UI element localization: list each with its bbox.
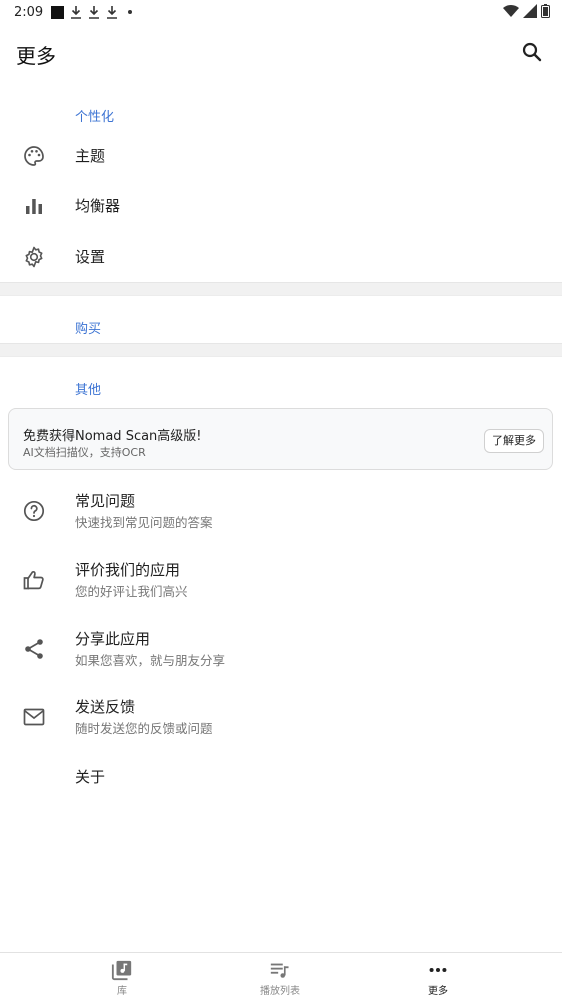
nav-tab-library[interactable]: 库 <box>72 959 172 999</box>
menu-item-subtitle: 随时发送您的反馈或问题 <box>75 721 213 736</box>
download-icon <box>71 6 82 19</box>
menu-item-subtitle: 快速找到常见问题的答案 <box>75 515 213 530</box>
menu-item-title: 常见问题 <box>75 492 136 510</box>
promo-subtitle: AI文档扫描仪，支持OCR <box>23 446 146 459</box>
nav-tab-playlists[interactable]: 播放列表 <box>230 959 330 999</box>
help-circle-icon <box>23 500 45 522</box>
section-header-personalization: 个性化 <box>75 110 115 125</box>
notification-icons <box>51 5 133 19</box>
menu-item-label: 均衡器 <box>75 197 121 215</box>
menu-item-theme[interactable]: 主题 <box>0 131 562 181</box>
menu-item-equalizer[interactable]: 均衡器 <box>0 181 562 231</box>
bottom-navigation: 库 播放列表 更多 <box>0 952 562 1000</box>
menu-item-title: 评价我们的应用 <box>75 561 181 579</box>
learn-more-button[interactable]: 了解更多 <box>484 429 544 453</box>
menu-item-label: 主题 <box>75 147 106 165</box>
section-divider <box>0 343 562 357</box>
page-title: 更多 <box>16 44 56 68</box>
menu-item-subtitle: 您的好评让我们高兴 <box>75 584 188 599</box>
more-notifications-icon <box>128 10 133 14</box>
menu-item-about[interactable]: 关于 <box>0 752 562 802</box>
signal-icon <box>523 4 537 18</box>
menu-item-label: 关于 <box>75 768 106 786</box>
app-bar: 更多 <box>0 30 562 76</box>
menu-item-share-app[interactable]: 分享此应用 如果您喜欢，就与朋友分享 <box>0 620 562 680</box>
nav-tab-more[interactable]: 更多 <box>388 959 488 999</box>
system-status-icons <box>503 4 550 18</box>
download-icon <box>89 6 100 19</box>
wifi-icon <box>503 4 519 18</box>
nav-tab-label: 播放列表 <box>260 986 300 997</box>
battery-icon <box>541 4 550 18</box>
promo-card[interactable]: 免费获得Nomad Scan高级版! AI文档扫描仪，支持OCR 了解更多 <box>8 408 553 470</box>
menu-item-send-feedback[interactable]: 发送反馈 随时发送您的反馈或问题 <box>0 688 562 748</box>
more-horizontal-icon <box>429 967 447 973</box>
download-icon <box>107 6 118 19</box>
menu-item-faq[interactable]: 常见问题 快速找到常见问题的答案 <box>0 482 562 542</box>
search-icon[interactable] <box>520 40 544 64</box>
nav-tab-label: 库 <box>117 986 127 997</box>
menu-item-rate-app[interactable]: 评价我们的应用 您的好评让我们高兴 <box>0 551 562 611</box>
palette-icon <box>24 146 44 166</box>
section-header-other: 其他 <box>75 383 102 398</box>
menu-item-title: 分享此应用 <box>75 630 151 648</box>
nav-tab-label: 更多 <box>428 986 448 997</box>
playlist-icon <box>270 963 289 978</box>
menu-item-label: 设置 <box>75 248 106 266</box>
status-time: 2:09 <box>14 4 44 20</box>
thumbs-up-icon <box>23 570 44 590</box>
library-music-icon <box>111 960 132 981</box>
section-header-purchase: 购买 <box>75 322 102 337</box>
app-notification-icon <box>51 5 65 19</box>
mail-icon <box>23 708 45 726</box>
equalizer-icon <box>26 199 42 214</box>
menu-item-subtitle: 如果您喜欢，就与朋友分享 <box>75 653 226 668</box>
menu-item-settings[interactable]: 设置 <box>0 232 562 282</box>
gear-icon <box>25 246 43 268</box>
promo-title: 免费获得Nomad Scan高级版! <box>23 429 202 444</box>
status-bar: 2:09 <box>0 0 562 24</box>
section-divider <box>0 282 562 296</box>
share-icon <box>25 639 43 659</box>
menu-item-title: 发送反馈 <box>75 698 136 716</box>
